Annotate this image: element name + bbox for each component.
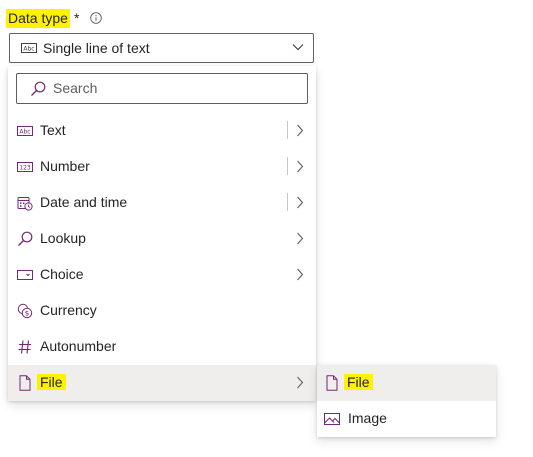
- data-type-label-row: Data type *: [6, 8, 103, 28]
- menu-item-lookup[interactable]: Lookup: [8, 221, 316, 257]
- calendar-clock-icon: [17, 197, 33, 211]
- svg-text:Abc: Abc: [23, 45, 34, 52]
- image-icon: [324, 413, 340, 425]
- split-divider: [287, 157, 288, 175]
- menu-item-number[interactable]: 123 Number: [8, 149, 316, 185]
- menu-item-label: Number: [40, 158, 90, 174]
- svg-text:$: $: [25, 310, 29, 318]
- svg-text:123: 123: [19, 164, 31, 171]
- document-icon: [19, 375, 31, 391]
- hash-icon: [18, 340, 31, 354]
- svg-text:Abc: Abc: [19, 128, 30, 135]
- data-type-dropdown[interactable]: Abc Single line of text: [9, 33, 314, 63]
- data-type-label: Data type: [6, 8, 70, 28]
- text-abc-icon: Abc: [21, 43, 37, 53]
- chevron-right-icon[interactable]: [296, 160, 304, 173]
- menu-item-label: Autonumber: [40, 338, 117, 354]
- chevron-right-icon: [297, 376, 304, 389]
- menu-item-autonumber[interactable]: Autonumber: [8, 329, 316, 365]
- menu-item-label: Choice: [40, 266, 84, 282]
- chevron-right-icon[interactable]: [296, 196, 304, 209]
- menu-item-label: Lookup: [40, 230, 86, 246]
- text-abc-icon: Abc: [17, 126, 33, 136]
- menu-search-box[interactable]: Search: [16, 73, 308, 104]
- chevron-right-icon: [297, 232, 304, 245]
- menu-item-label: Currency: [40, 302, 97, 318]
- menu-item-date-and-time[interactable]: Date and time: [8, 185, 316, 221]
- split-divider: [287, 193, 288, 211]
- dropdown-selected-value: Single line of text: [43, 40, 150, 56]
- menu-item-file[interactable]: File: [8, 365, 316, 401]
- document-icon: [326, 375, 338, 391]
- data-type-field: Data type * Abc Single line of text Sear…: [0, 0, 533, 457]
- search-icon: [31, 81, 46, 96]
- chevron-right-icon: [297, 268, 304, 281]
- data-type-menu: Search Abc Text 123 Number Date and time…: [8, 66, 316, 401]
- required-mark: *: [73, 10, 80, 26]
- menu-item-choice[interactable]: Choice: [8, 257, 316, 293]
- submenu-item-label: Image: [348, 410, 387, 426]
- submenu-item-label: File: [344, 374, 373, 390]
- split-divider: [287, 121, 288, 139]
- menu-item-label: Text: [40, 122, 66, 138]
- choice-icon: [17, 270, 33, 280]
- chevron-right-icon[interactable]: [296, 124, 304, 137]
- info-icon[interactable]: [90, 12, 103, 24]
- currency-icon: $: [17, 303, 33, 319]
- menu-item-currency[interactable]: $ Currency: [8, 293, 316, 329]
- search-icon: [18, 231, 33, 246]
- file-submenu: File Image: [317, 365, 496, 437]
- number-123-icon: 123: [17, 162, 33, 172]
- menu-item-label: File: [37, 374, 66, 390]
- search-input[interactable]: Search: [53, 80, 97, 96]
- submenu-item-file[interactable]: File: [317, 365, 496, 401]
- menu-item-label: Date and time: [40, 194, 128, 210]
- chevron-down-icon: [292, 44, 304, 51]
- menu-item-text[interactable]: Abc Text: [8, 113, 316, 149]
- submenu-item-image[interactable]: Image: [317, 401, 496, 437]
